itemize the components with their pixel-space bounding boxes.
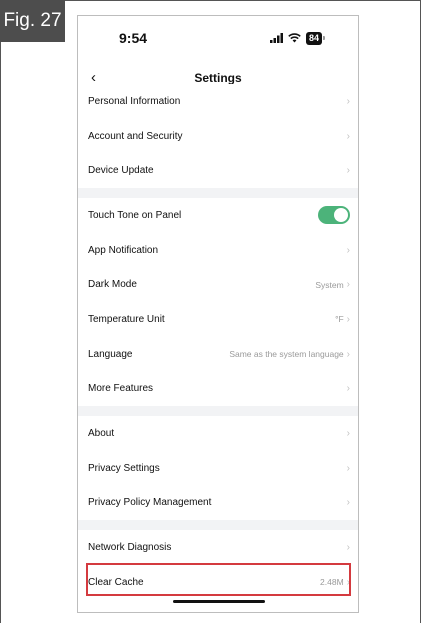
group-divider [78,406,358,417]
chevron-right-icon: › [346,130,350,142]
row-device-update[interactable]: Device Update › [78,153,358,189]
wifi-icon [288,33,301,43]
row-label: Privacy Settings [88,462,160,474]
figure-label: Fig. 27 [0,0,65,42]
home-indicator [173,600,265,603]
chevron-right-icon: › [346,95,350,107]
phone-screen: 9:54 84 ‹ Settings Personal Information … [77,15,359,613]
row-value: System [315,279,344,290]
chevron-right-icon: › [346,542,350,554]
row-label: Language [88,348,133,360]
chevron-right-icon: › [346,348,350,360]
row-account-and-security[interactable]: Account and Security › [78,118,358,154]
row-personal-information[interactable]: Personal Information › [78,84,358,119]
row-clear-cache[interactable]: Clear Cache 2.48M › [78,564,358,600]
row-network-diagnosis[interactable]: Network Diagnosis › [78,530,358,565]
row-about[interactable]: About › [78,416,358,451]
row-more-features[interactable]: More Features › [78,371,358,407]
row-label: App Notification [88,244,159,256]
chevron-right-icon: › [346,576,350,588]
row-temperature-unit[interactable]: Temperature Unit °F › [78,302,358,337]
row-label: About [88,428,115,440]
status-time: 9:54 [119,30,148,46]
chevron-right-icon: › [346,462,350,474]
row-label: Privacy Policy Management [88,497,212,509]
row-value: °F [335,314,344,325]
row-label: More Features [88,383,154,395]
row-label: Dark Mode [88,279,137,291]
chevron-right-icon: › [346,428,350,440]
toggle-knob [334,208,348,223]
chevron-right-icon: › [346,497,350,509]
row-label: Network Diagnosis [88,542,172,554]
row-privacy-settings[interactable]: Privacy Settings › [78,450,358,486]
row-privacy-policy-management[interactable]: Privacy Policy Management › [78,485,358,521]
row-value: 2.48M [320,577,344,588]
row-value: Same as the system language [229,349,344,360]
row-label: Touch Tone on Panel [88,209,182,221]
row-label: Clear Cache [88,576,144,588]
group-divider [78,188,358,199]
settings-list: Personal Information › Account and Secur… [78,84,358,600]
chevron-right-icon: › [346,165,350,177]
row-label: Temperature Unit [88,313,165,325]
group-divider [78,520,358,531]
battery-icon: 84 [305,31,326,45]
row-dark-mode[interactable]: Dark Mode System › [78,267,358,303]
row-app-notification[interactable]: App Notification › [78,232,358,268]
chevron-right-icon: › [346,244,350,256]
touch-tone-toggle[interactable] [318,206,350,225]
row-touch-tone-on-panel: Touch Tone on Panel [78,198,358,233]
chevron-right-icon: › [346,383,350,395]
row-label: Device Update [88,165,154,177]
status-bar: 9:54 84 [78,16,358,76]
signal-icon [269,33,283,43]
row-label: Account and Security [88,130,183,142]
status-icons: 84 [269,30,326,46]
chevron-right-icon: › [346,279,350,291]
row-label: Personal Information [88,95,181,107]
row-language[interactable]: Language Same as the system language › [78,336,358,372]
chevron-right-icon: › [346,313,350,325]
